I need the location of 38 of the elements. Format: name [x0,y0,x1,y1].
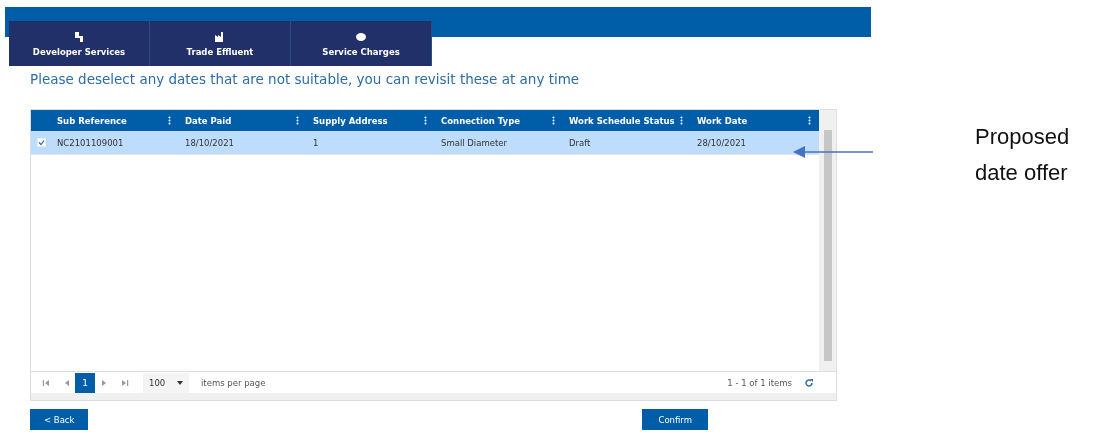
column-menu-icon[interactable] [552,116,555,125]
annotation-text: Proposed date offer [975,123,1071,187]
table-cell-text: NC2101109001 [56,136,125,150]
back-button[interactable]: < Back [30,409,89,430]
column-menu-icon[interactable] [808,116,811,125]
vertical-scrollbar[interactable] [819,110,836,371]
table-cell-text: 18/10/2021 [184,136,235,150]
horizontal-scrollbar[interactable] [31,393,836,400]
column-header[interactable]: Work Date [691,110,819,131]
caret-icon [177,380,183,385]
checkbox[interactable] [37,138,46,147]
column-header[interactable]: Sub Reference [51,110,179,131]
factory-icon [214,30,226,43]
arrow-icon [793,145,873,159]
page-size-label: items per page [201,377,266,388]
column-menu-icon[interactable] [296,116,299,125]
table-row[interactable]: NC2101109001 18/10/2021 1 Small Diameter Draft 28/10/2021 [31,131,819,155]
table-cell-text: 1 [312,136,320,150]
pipe-icon [73,30,85,43]
table-cell-text: Draft [568,136,592,150]
table-cell-text: Small Diameter [440,136,508,150]
column-header[interactable]: Supply Address [307,110,435,131]
table-cell-text: 28/10/2021 [696,136,747,150]
refresh-icon[interactable] [804,377,814,388]
column-header[interactable]: Work Schedule Status [563,110,691,131]
instruction-text: Please deselect any dates that are not suitable, you can revisit these at any time [30,71,581,87]
column-header[interactable]: Date Paid [179,110,307,131]
column-menu-icon[interactable] [424,116,427,125]
nav-tab[interactable]: Developer Services [9,21,150,66]
page-size-select[interactable]: 100 [143,372,189,393]
nav-tab[interactable]: Trade Effluent [150,21,291,66]
confirm-button[interactable]: Confirm [642,409,708,430]
pager-summary: 1 - 1 of 1 items [727,377,792,388]
column-header[interactable]: Connection Type [435,110,563,131]
column-menu-icon[interactable] [680,116,683,125]
page-button[interactable]: 1 [75,372,95,393]
nav-tab[interactable]: Service Charges [291,21,432,66]
column-menu-icon[interactable] [168,116,171,125]
